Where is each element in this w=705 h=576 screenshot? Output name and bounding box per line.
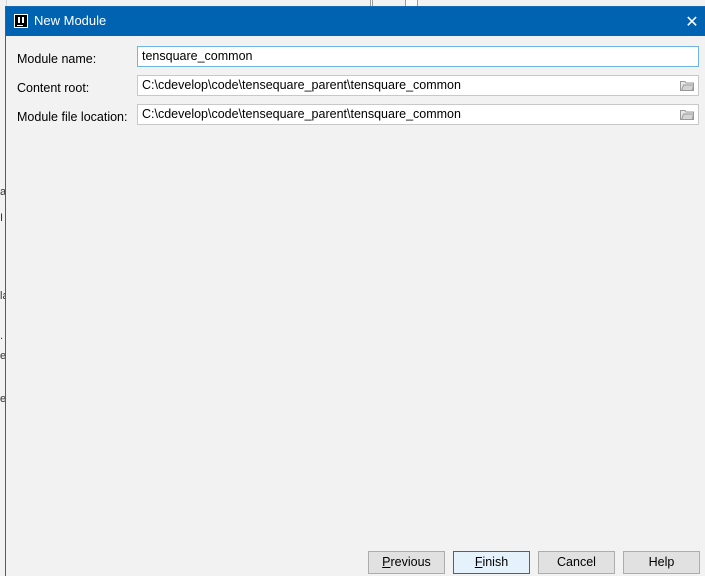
background-control [405, 0, 418, 7]
close-button[interactable]: ✕ [679, 7, 705, 36]
intellij-app-icon [14, 14, 28, 28]
folder-icon[interactable] [680, 109, 694, 120]
module-name-value: tensquare_common [142, 49, 253, 63]
module-name-input[interactable]: tensquare_common [137, 46, 699, 67]
content-root-input[interactable]: C:\cdevelop\code\tensequare_parent\tensq… [137, 75, 699, 96]
background-window-top [0, 0, 705, 7]
dialog-title: New Module [34, 13, 107, 28]
close-icon: ✕ [685, 13, 699, 31]
help-button[interactable]: Help [623, 551, 700, 574]
finish-button[interactable]: Finish [453, 551, 530, 574]
dialog-titlebar[interactable]: New Module ✕ [6, 7, 705, 36]
cancel-button[interactable]: Cancel [538, 551, 615, 574]
previous-button[interactable]: Previous [368, 551, 445, 574]
content-root-value: C:\cdevelop\code\tensequare_parent\tensq… [142, 78, 461, 92]
previous-label: revious [390, 555, 431, 569]
folder-icon[interactable] [680, 80, 694, 91]
previous-mnemonic: P [382, 555, 391, 569]
module-file-location-label: Module file location: [17, 110, 128, 124]
background-divider [370, 0, 373, 7]
new-module-dialog: New Module ✕ Module name: tensquare_comm… [6, 7, 705, 576]
content-root-label: Content root: [17, 81, 90, 95]
module-name-label: Module name: [17, 52, 97, 66]
module-file-location-value: C:\cdevelop\code\tensequare_parent\tensq… [142, 107, 461, 121]
finish-label: inish [482, 555, 509, 569]
module-file-location-input[interactable]: C:\cdevelop\code\tensequare_parent\tensq… [137, 104, 699, 125]
